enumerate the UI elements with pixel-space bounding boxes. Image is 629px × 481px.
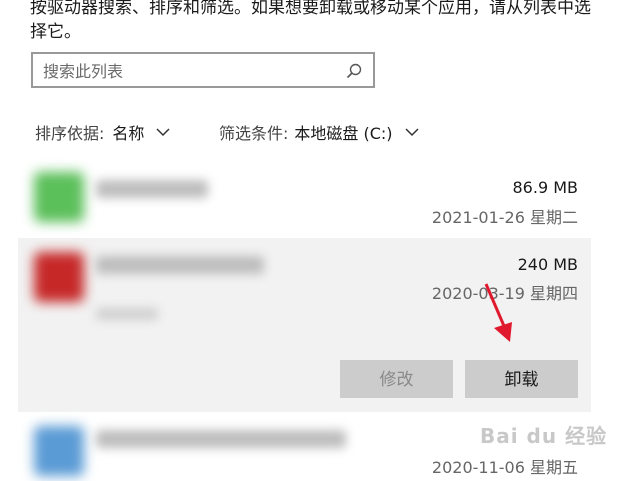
app-list-item[interactable]: 86.9 MB 2021-01-26 星期二 [18, 160, 591, 236]
chevron-down-icon [156, 128, 170, 137]
intro-text: 按驱动器搜索、排序和筛选。如果想要卸载或移动某个应用，请从列表中选择它。 [30, 0, 591, 42]
filter-value: 本地磁盘 (C:) [294, 124, 393, 143]
app-publisher-blurred [96, 308, 158, 320]
filter-dropdown[interactable]: 筛选条件: 本地磁盘 (C:) [219, 120, 419, 144]
uninstall-button[interactable]: 卸载 [465, 360, 578, 398]
app-size: 86.9 MB [512, 178, 579, 197]
app-name-blurred [96, 430, 346, 448]
red-arrow-icon [484, 283, 512, 342]
app-name-blurred [96, 256, 264, 274]
app-date: 2020-11-06 星期五 [431, 458, 578, 477]
app-size: 240 MB [517, 255, 578, 274]
sort-label: 排序依据: [35, 124, 105, 143]
app-icon [34, 426, 84, 476]
chevron-down-icon [405, 128, 419, 137]
app-date: 2021-01-26 星期二 [431, 208, 578, 227]
app-icon [34, 172, 84, 222]
filter-label: 筛选条件: [219, 124, 289, 143]
sort-dropdown[interactable]: 排序依据: 名称 [35, 120, 170, 144]
app-name-blurred [96, 180, 208, 198]
sort-value: 名称 [112, 124, 145, 143]
watermark-logo: Bai du 经验 [480, 424, 608, 448]
search-box[interactable] [31, 52, 375, 88]
search-icon[interactable] [345, 62, 363, 80]
search-input[interactable] [41, 58, 335, 84]
app-icon [34, 252, 84, 302]
modify-button[interactable]: 修改 [340, 360, 453, 398]
